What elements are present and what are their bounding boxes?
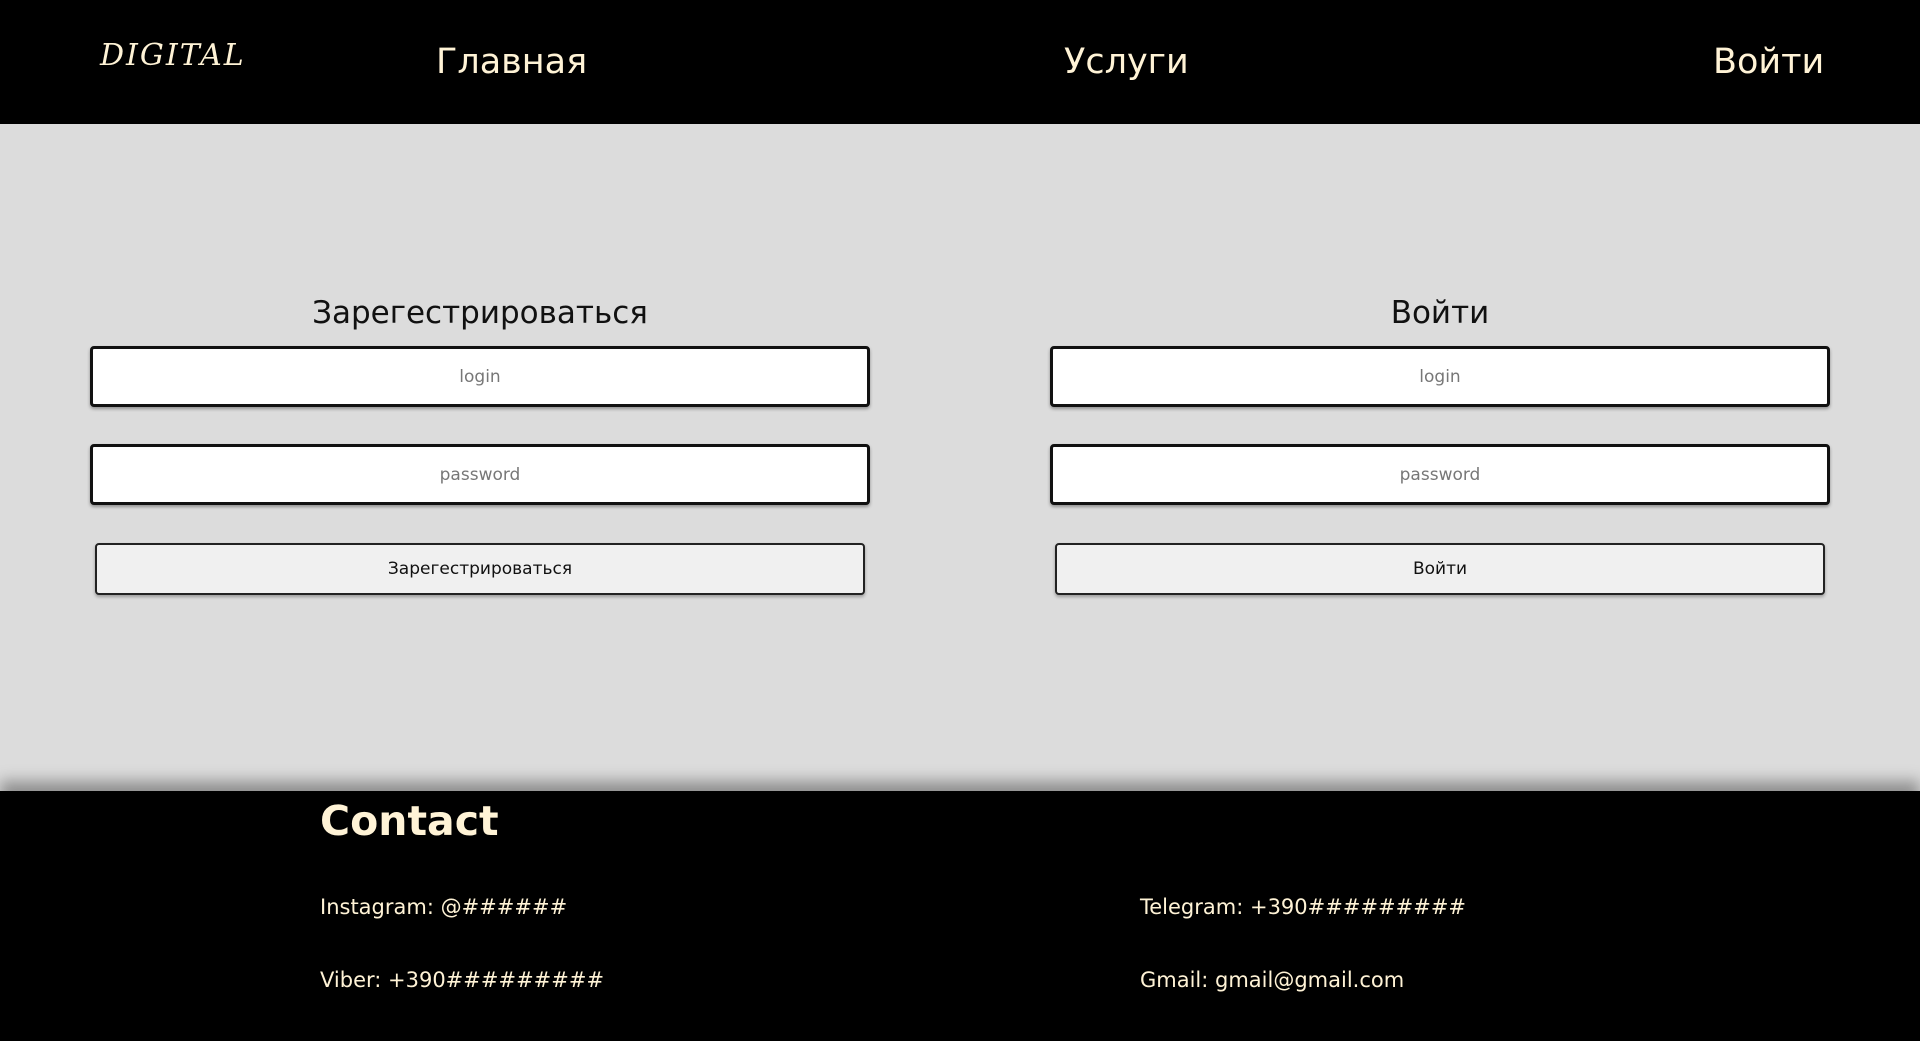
contact-instagram: Instagram: @###### — [320, 895, 568, 919]
signin-login-input[interactable] — [1050, 346, 1830, 407]
register-button[interactable]: Зарегестрироваться — [95, 543, 865, 595]
signin-form-title: Войти — [1390, 295, 1490, 331]
site-logo[interactable]: DIGITAL — [100, 38, 246, 73]
register-form: Зарегестрироваться Зарегестрироваться — [90, 290, 870, 595]
contact-viber: Viber: +390######### — [320, 968, 605, 992]
signin-button[interactable]: Войти — [1055, 543, 1825, 595]
register-password-input[interactable] — [90, 444, 870, 505]
register-login-input[interactable] — [90, 346, 870, 407]
nav-services-link[interactable]: Услуги — [1064, 42, 1189, 82]
signin-password-input[interactable] — [1050, 444, 1830, 505]
contact-telegram: Telegram: +390######### — [1140, 895, 1467, 919]
signin-form: Войти Войти — [1050, 290, 1830, 595]
contact-gmail: Gmail: gmail@gmail.com — [1140, 968, 1405, 992]
site-footer: Contact Instagram: @###### Telegram: +39… — [0, 791, 1920, 1041]
page: DIGITAL Главная Услуги Войти Зарегестрир… — [0, 0, 1920, 1041]
site-header: DIGITAL Главная Услуги Войти — [0, 0, 1920, 124]
nav-home-link[interactable]: Главная — [436, 42, 587, 82]
register-form-title: Зарегестрироваться — [312, 295, 648, 331]
nav-login-link[interactable]: Войти — [1713, 42, 1824, 82]
contact-title: Contact — [320, 797, 499, 845]
